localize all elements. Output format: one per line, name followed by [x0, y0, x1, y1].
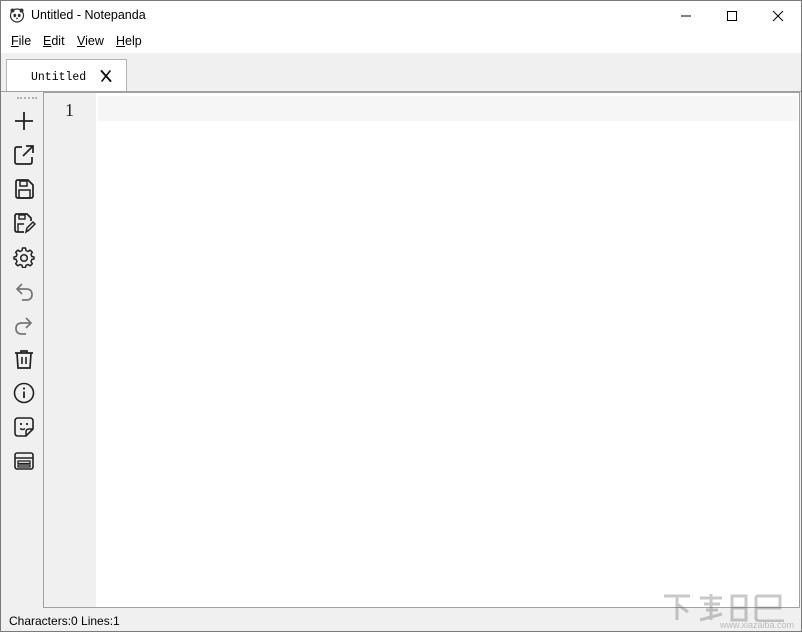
panda-app-icon	[9, 8, 25, 23]
title-bar[interactable]: Untitled - Notepanda	[1, 1, 801, 31]
window-title: Untitled - Notepanda	[31, 8, 146, 22]
trash-icon	[15, 350, 33, 369]
close-button[interactable]	[755, 1, 801, 31]
watermark-url: www.xiazaiba.com	[719, 620, 794, 630]
tab-close-icon[interactable]	[99, 69, 113, 83]
open-button[interactable]	[12, 143, 36, 167]
menu-bar: File Edit View Help	[1, 31, 801, 53]
plus-icon	[15, 112, 33, 130]
redo-button[interactable]	[12, 313, 36, 337]
close-icon	[772, 10, 784, 22]
about-button[interactable]	[12, 381, 36, 405]
text-editor[interactable]: 1	[43, 92, 800, 608]
layout-button[interactable]	[12, 449, 36, 473]
info-icon	[13, 382, 35, 404]
menu-help-accel: H	[116, 34, 126, 48]
menu-file-label: ile	[18, 34, 32, 48]
save-as-button[interactable]	[12, 211, 36, 235]
tab-strip: Untitled	[1, 53, 801, 92]
menu-view[interactable]: View	[77, 34, 104, 48]
menu-view-label: iew	[85, 34, 104, 48]
menu-edit-label: dit	[51, 34, 65, 48]
save-as-icon	[14, 213, 36, 234]
toolbar-grip[interactable]	[17, 97, 37, 102]
menu-file[interactable]: File	[11, 34, 31, 48]
undo-button[interactable]	[12, 279, 36, 303]
line-number-gutter: 1	[44, 93, 96, 607]
current-line-highlight[interactable]	[98, 96, 798, 121]
new-file-button[interactable]	[12, 109, 36, 133]
tab-label: Untitled	[31, 71, 87, 84]
maximize-button[interactable]	[709, 1, 755, 31]
settings-icon	[13, 247, 35, 268]
maximize-icon	[727, 11, 737, 21]
save-button[interactable]	[12, 177, 36, 201]
save-icon	[15, 179, 34, 199]
delete-button[interactable]	[12, 347, 36, 371]
menu-edit[interactable]: Edit	[43, 34, 65, 48]
sticker-button[interactable]	[12, 415, 36, 439]
line-number: 1	[65, 100, 74, 120]
status-text: Characters:0 Lines:1	[9, 614, 120, 628]
minimize-button[interactable]	[663, 1, 709, 31]
sticker-icon	[14, 417, 34, 437]
redo-icon	[15, 317, 33, 335]
watermark-logo: www.xiazaiba.com	[660, 590, 800, 630]
menu-help-label: elp	[125, 34, 142, 48]
open-external-icon	[14, 145, 34, 165]
app-window: Untitled - Notepanda File Edit View Help…	[0, 0, 802, 632]
minimize-icon	[681, 15, 691, 17]
menu-view-accel: V	[77, 34, 86, 48]
tab-untitled[interactable]: Untitled	[6, 59, 127, 91]
watermark-glyphs	[664, 594, 784, 623]
menu-file-accel: F	[11, 34, 19, 48]
layout-icon	[14, 452, 34, 470]
menu-help[interactable]: Help	[116, 34, 142, 48]
settings-button[interactable]	[12, 245, 36, 269]
undo-icon	[15, 283, 33, 301]
side-toolbar	[11, 93, 43, 608]
